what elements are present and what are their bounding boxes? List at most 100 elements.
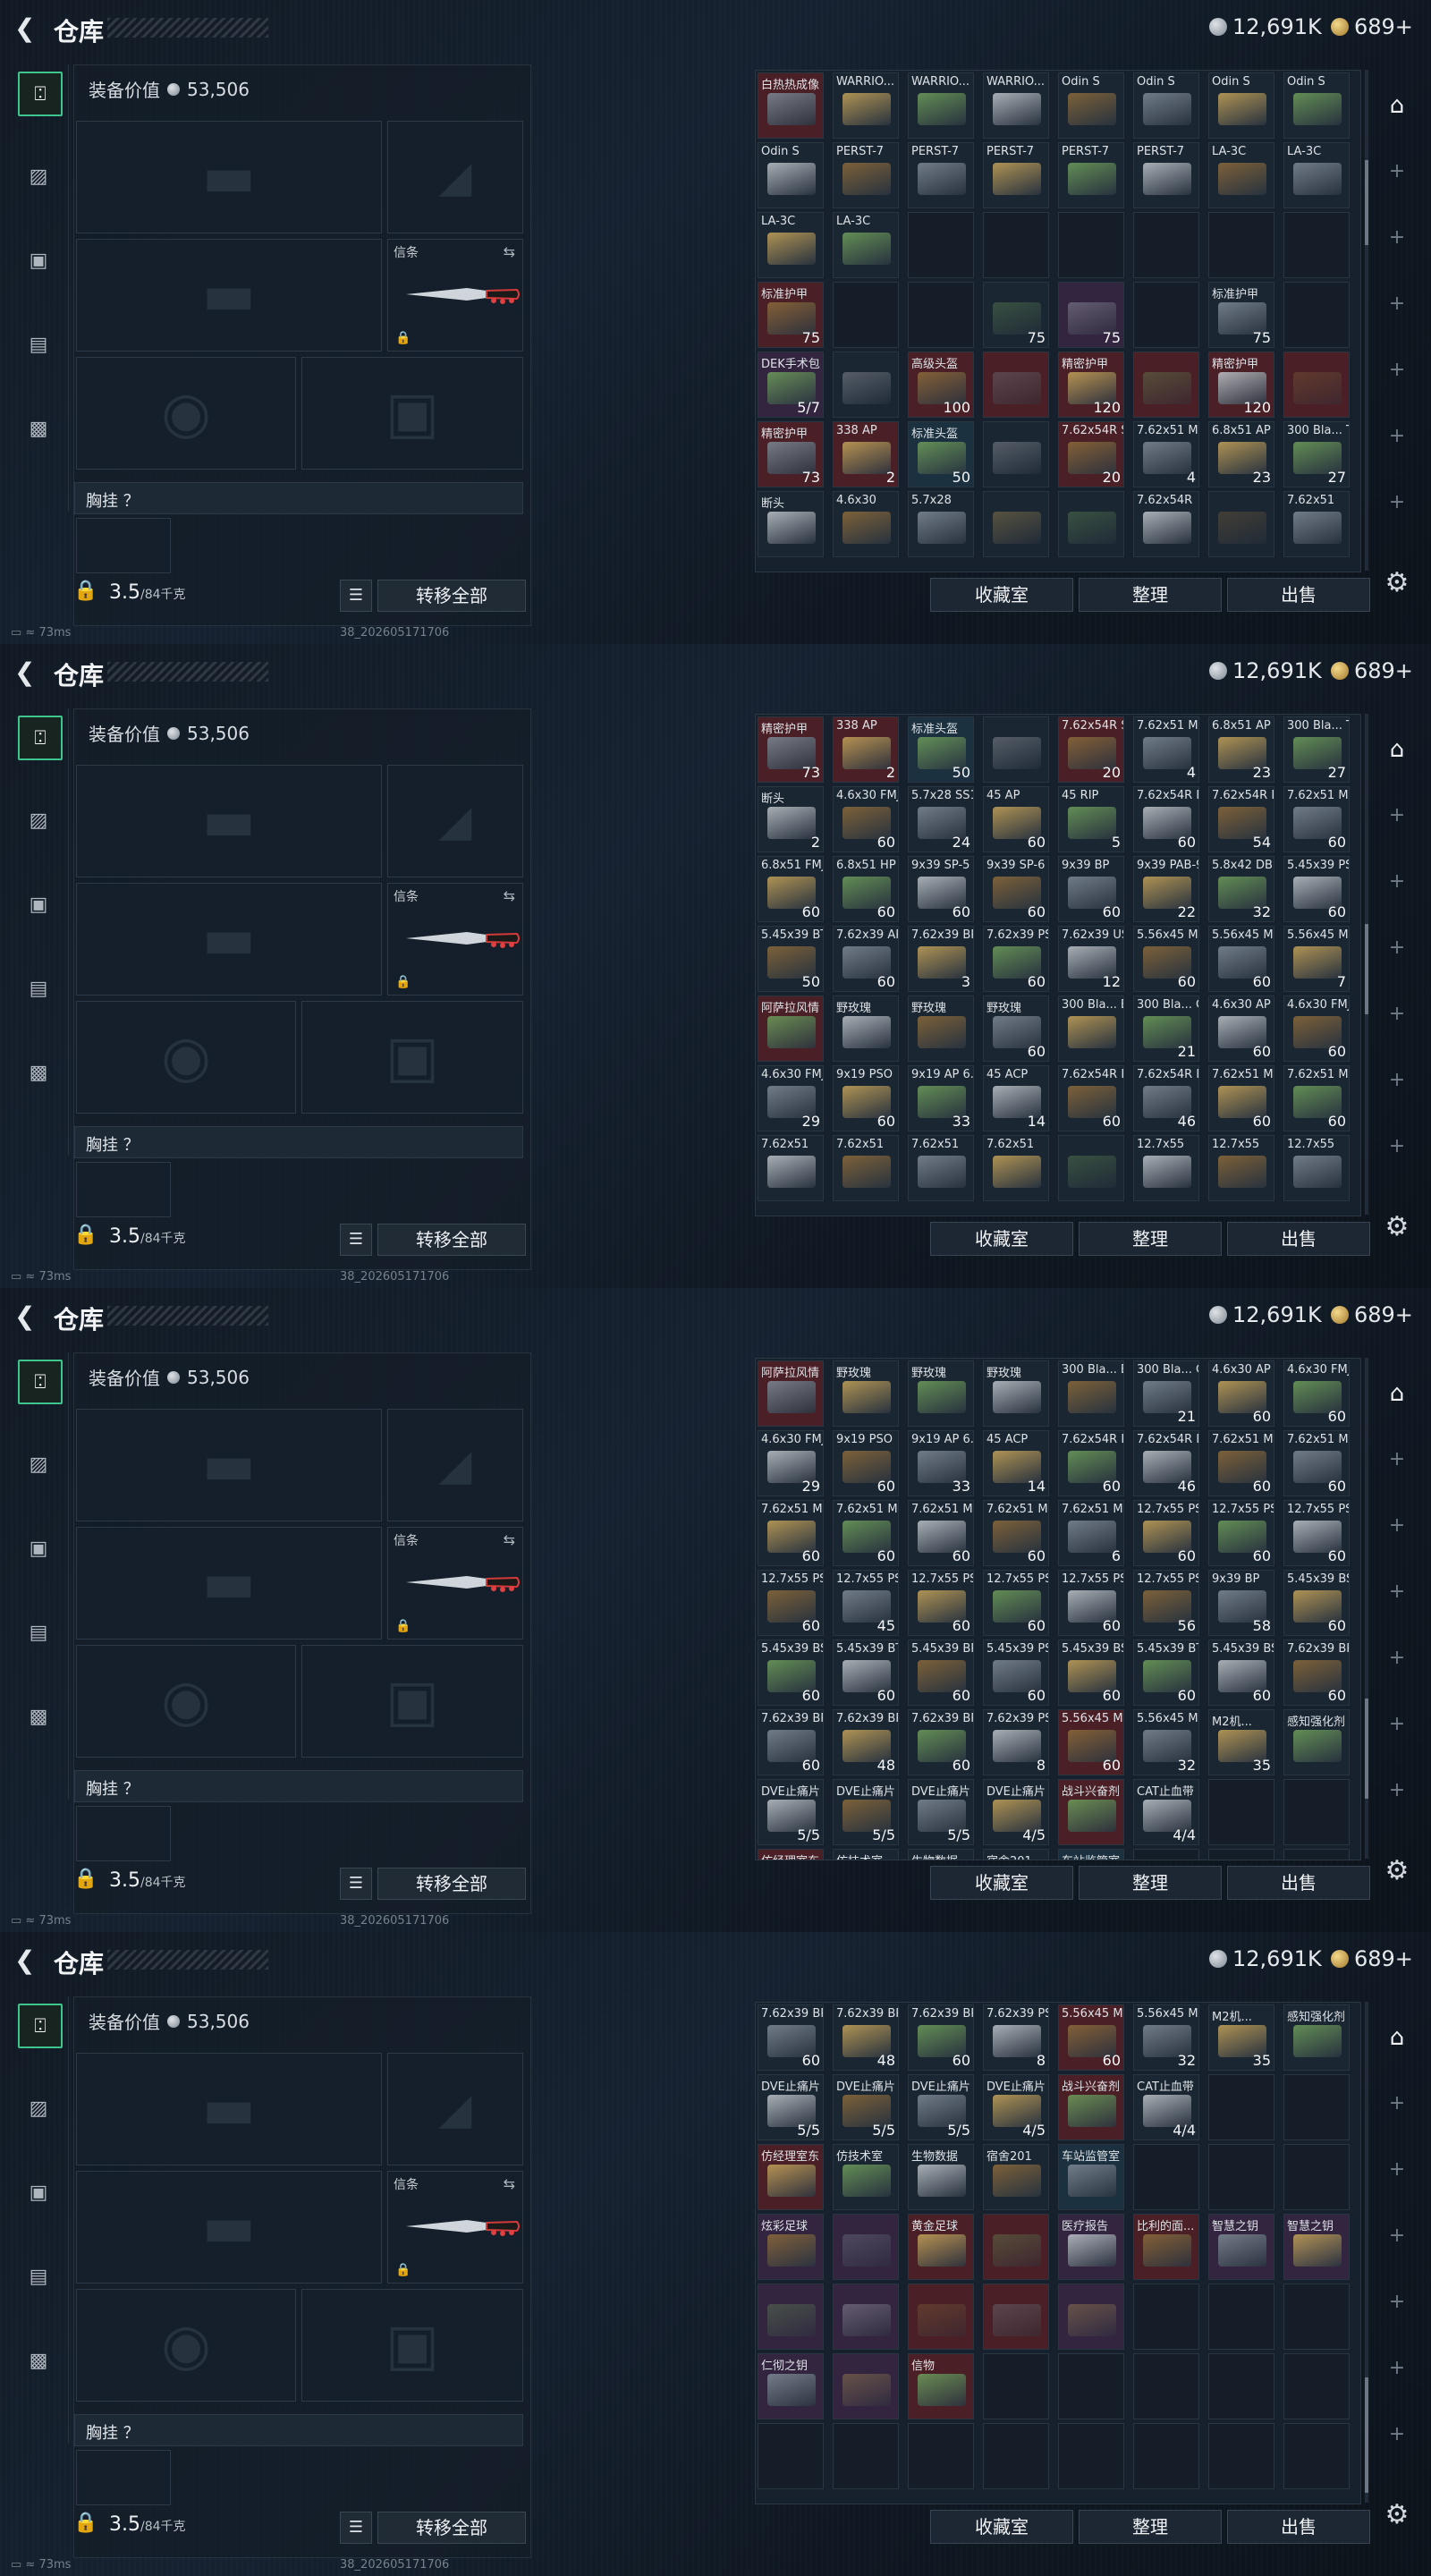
- stash-item[interactable]: WARRIO...: [983, 72, 1049, 139]
- empty-slot[interactable]: [1208, 1849, 1274, 1860]
- stash-item[interactable]: PERST-7: [1058, 142, 1124, 208]
- stash-item[interactable]: 车站监管室: [1058, 1849, 1124, 1860]
- briefcase-tab-icon[interactable]: ▩: [18, 2340, 59, 2381]
- collection-room-button[interactable]: 收藏室: [930, 2510, 1073, 2544]
- stash-item[interactable]: 5.56x45 M995 60: [1058, 1709, 1124, 1775]
- empty-slot[interactable]: [1283, 2074, 1350, 2140]
- stash-item[interactable]: 7.62x54R LPS 54: [1208, 786, 1274, 852]
- stash-item[interactable]: 5.45x39 BS 60: [1208, 1640, 1274, 1706]
- stash-item[interactable]: 300 Bla... CBJ 21: [1133, 996, 1199, 1062]
- stash-item[interactable]: PERST-7: [833, 142, 899, 208]
- sell-button[interactable]: 出售: [1227, 1866, 1370, 1900]
- stash-item[interactable]: 9x39 BP 60: [1058, 856, 1124, 922]
- collection-room-button[interactable]: 收藏室: [930, 578, 1073, 612]
- scroll-thumb[interactable]: [1365, 2377, 1368, 2493]
- stash-item[interactable]: 12.7x55 PS12 60: [1133, 1500, 1199, 1566]
- settings-gear-icon[interactable]: ⚙: [1377, 564, 1417, 603]
- stash-item[interactable]: [983, 491, 1049, 557]
- stash-item[interactable]: 9x39 SP-6 60: [983, 856, 1049, 922]
- stash-item[interactable]: WARRIO...: [908, 72, 974, 139]
- helmet-tab-icon[interactable]: ▨: [18, 1444, 59, 1485]
- stash-item[interactable]: 7.62x51: [983, 1135, 1049, 1201]
- stash-item[interactable]: 野玫瑰: [908, 1360, 974, 1427]
- add-stash-icon[interactable]: +: [1377, 485, 1417, 521]
- gold-currency[interactable]: 689+: [1331, 1946, 1413, 1971]
- stash-item[interactable]: 9x39 PAB-9 22: [1133, 856, 1199, 922]
- stash-item[interactable]: 5.56x45 M855 60: [1208, 926, 1274, 992]
- empty-slot[interactable]: [983, 2353, 1049, 2419]
- stash-item[interactable]: LA-3C: [1283, 142, 1350, 208]
- stash-item[interactable]: 5.7x28: [908, 491, 974, 557]
- armor-slot[interactable]: ▣: [301, 2289, 523, 2402]
- empty-slot[interactable]: [1283, 1779, 1350, 1845]
- empty-slot[interactable]: [758, 2423, 824, 2489]
- stash-item[interactable]: 7.62x54R BT 46: [1133, 1065, 1199, 1131]
- stash-item[interactable]: 6.8x51 FMJ 60: [758, 856, 824, 922]
- stash-item[interactable]: [908, 2284, 974, 2350]
- stash-item[interactable]: [983, 716, 1049, 783]
- stash-item[interactable]: 信物: [908, 2353, 974, 2419]
- add-stash-icon[interactable]: +: [1377, 2351, 1417, 2386]
- stash-item[interactable]: 7.62x39 BP 60: [908, 1709, 974, 1775]
- empty-slot[interactable]: [908, 212, 974, 278]
- add-stash-icon[interactable]: +: [1377, 2284, 1417, 2320]
- stash-item[interactable]: 医疗报告: [1058, 2214, 1124, 2280]
- add-stash-icon[interactable]: +: [1377, 2417, 1417, 2453]
- stash-item[interactable]: 45 ACP 14: [983, 1430, 1049, 1496]
- stash-item[interactable]: 4.6x30 AP SX 60: [1208, 1360, 1274, 1427]
- chest-rig-slot[interactable]: 胸挂 ？: [74, 1770, 523, 1802]
- stash-item[interactable]: 7.62x39 BP 60: [908, 2004, 974, 2071]
- stash-item[interactable]: 12.7x55 PS12B 60: [1283, 1500, 1350, 1566]
- stash-scrollbar[interactable]: [1365, 1358, 1368, 1859]
- sell-button[interactable]: 出售: [1227, 2510, 1370, 2544]
- helmet-tab-icon[interactable]: ▨: [18, 156, 59, 197]
- stash-item[interactable]: 7.62x54R LPS 60: [1058, 1430, 1124, 1496]
- sell-button[interactable]: 出售: [1227, 1222, 1370, 1256]
- stash-item[interactable]: 7.62x54R: [1133, 491, 1199, 557]
- stash-item[interactable]: 7.62x39 PS 8: [983, 1709, 1049, 1775]
- stash-item[interactable]: 7.62x51 M80 60: [1283, 786, 1350, 852]
- stash-item[interactable]: 75: [983, 282, 1049, 348]
- stash-item[interactable]: DVE止痛片 4/5: [983, 2074, 1049, 2140]
- stash-item[interactable]: 精密护甲 73: [758, 421, 824, 487]
- stash-item[interactable]: 7.62x51 M993 60: [1283, 1430, 1350, 1496]
- empty-slot[interactable]: [1133, 1849, 1199, 1860]
- armor-slot[interactable]: ▣: [301, 1645, 523, 1758]
- stash-item[interactable]: Odin S: [1133, 72, 1199, 139]
- stash-item[interactable]: 野玫瑰 60: [983, 996, 1049, 1062]
- clipboard-tab-icon[interactable]: ▤: [18, 2256, 59, 2297]
- stash-item[interactable]: 7.62x39 PS 8: [983, 2004, 1049, 2071]
- stash-item[interactable]: 7.62x39 BP 60: [758, 2004, 824, 2071]
- stash-item[interactable]: DVE止痛片 5/5: [833, 2074, 899, 2140]
- stash-item[interactable]: [833, 2353, 899, 2419]
- stash-item[interactable]: DVE止痛片 5/5: [833, 1779, 899, 1845]
- stash-item[interactable]: 5.45x39 BT 60: [1133, 1640, 1199, 1706]
- stash-item[interactable]: 5.45x39 BS 60: [1058, 1640, 1124, 1706]
- back-arrow-icon[interactable]: ❮: [14, 660, 39, 685]
- stash-item[interactable]: 宿舍201: [983, 2144, 1049, 2210]
- stash-item[interactable]: 45 AP 60: [983, 786, 1049, 852]
- empty-slot[interactable]: [1208, 1779, 1274, 1845]
- stash-item[interactable]: 战斗兴奋剂: [1058, 1779, 1124, 1845]
- stash-item[interactable]: DVE止痛片 5/5: [758, 2074, 824, 2140]
- empty-slot[interactable]: [1133, 2144, 1199, 2210]
- stash-item[interactable]: 7.62x51 M80 60: [758, 1500, 824, 1566]
- stash-scrollbar[interactable]: [1365, 70, 1368, 571]
- empty-slot[interactable]: [833, 2423, 899, 2489]
- empty-slot[interactable]: [1283, 1849, 1350, 1860]
- stash-item[interactable]: 5.45x39 BT 60: [833, 1640, 899, 1706]
- stash-item[interactable]: 45 RIP 5: [1058, 786, 1124, 852]
- stash-item[interactable]: 4.6x30 FMJ SX 60: [1283, 1360, 1350, 1427]
- empty-slot[interactable]: [908, 282, 974, 348]
- stash-item[interactable]: 5.56x45 M193 7: [1283, 926, 1350, 992]
- stash-item[interactable]: 生物数据: [908, 2144, 974, 2210]
- weapon-tab-icon[interactable]: ⍠: [18, 72, 63, 116]
- stash-item[interactable]: 12.7x55: [1283, 1135, 1350, 1201]
- stash-item[interactable]: 7.62x51 M993 60: [1283, 1065, 1350, 1131]
- helmet-tab-icon[interactable]: ▨: [18, 800, 59, 841]
- add-stash-icon[interactable]: +: [1377, 2086, 1417, 2122]
- swap-icon[interactable]: ⇆: [504, 1531, 515, 1548]
- stash-item[interactable]: 精密护甲 73: [758, 716, 824, 783]
- stash-item[interactable]: 7.62x39 US 12: [1058, 926, 1124, 992]
- stash-item[interactable]: 7.62x51: [1283, 491, 1350, 557]
